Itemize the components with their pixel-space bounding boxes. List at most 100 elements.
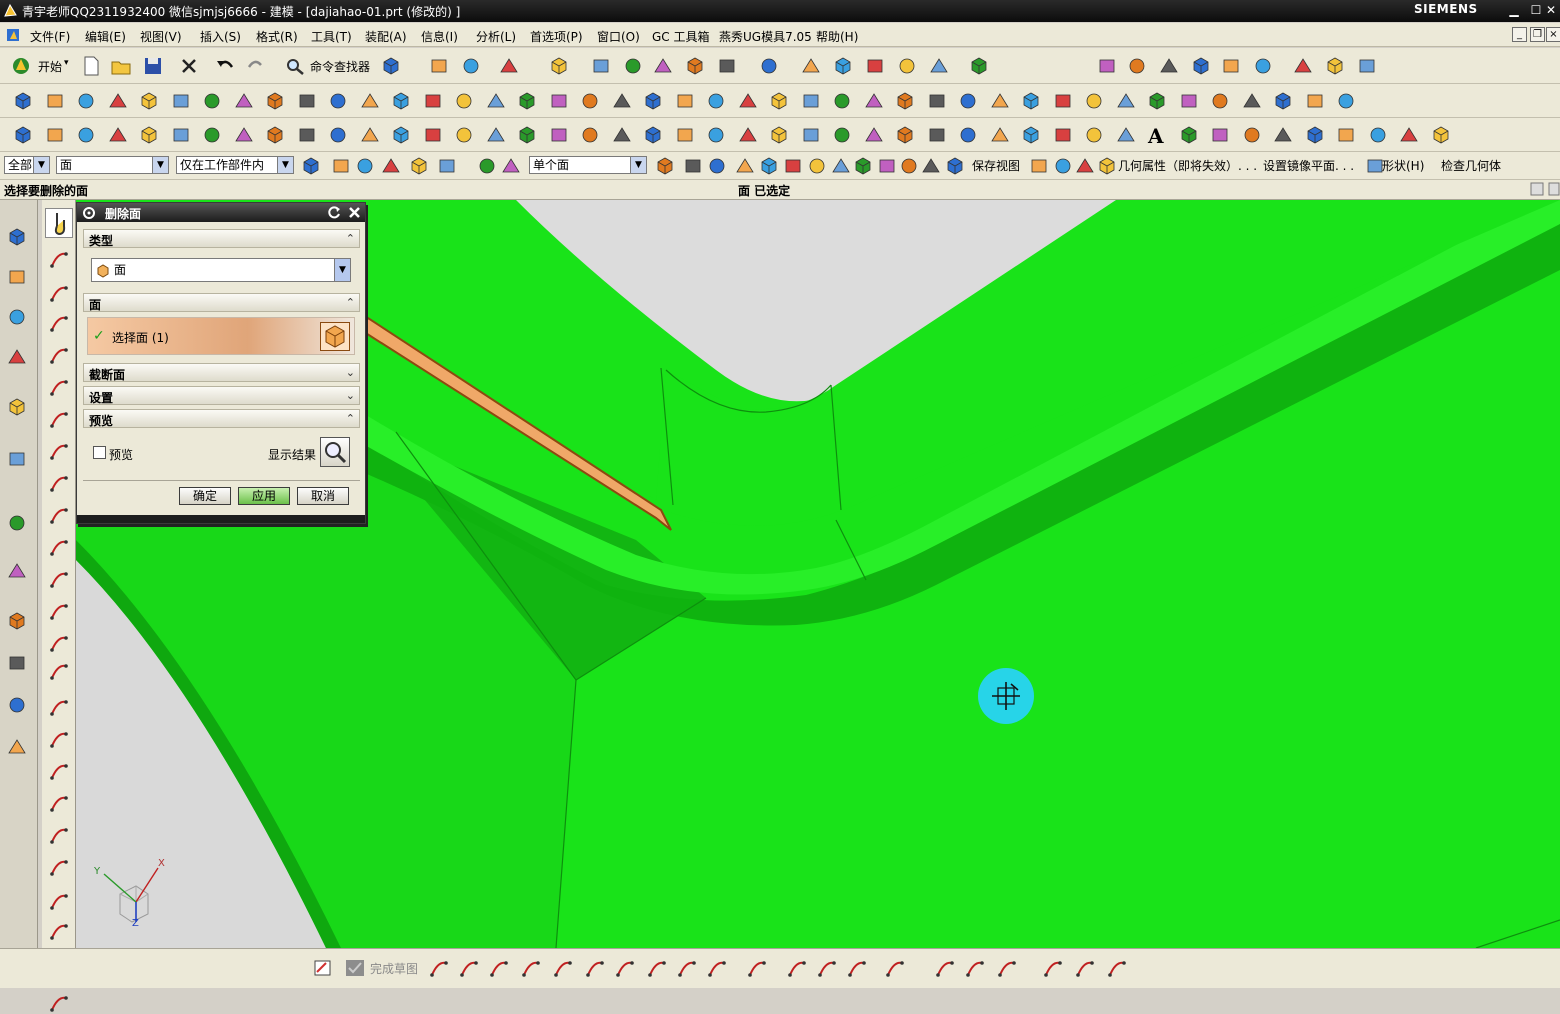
tb3-tool-2-icon[interactable] xyxy=(44,124,66,146)
cancel-button[interactable]: 取消 xyxy=(297,487,349,505)
tb2-tool-31-icon[interactable] xyxy=(957,90,979,112)
undo-icon[interactable] xyxy=(214,55,236,77)
menu-assembly[interactable]: 装配(A) xyxy=(365,28,407,45)
close-icon[interactable] xyxy=(347,205,362,220)
finish-sketch-icon[interactable] xyxy=(344,957,366,979)
sketch-tool-6-icon[interactable] xyxy=(584,957,606,979)
tb3-tool-14-icon[interactable] xyxy=(422,124,444,146)
sketch-tool-16-icon[interactable] xyxy=(934,957,956,979)
tb3-tool-8-icon[interactable] xyxy=(233,124,255,146)
selbar-tool-3-icon[interactable] xyxy=(354,155,376,177)
tb3-tool-6-icon[interactable] xyxy=(170,124,192,146)
status-toggle-icon[interactable] xyxy=(1530,182,1544,196)
tb2-tool-19-icon[interactable] xyxy=(579,90,601,112)
menu-file[interactable]: 文件(F) xyxy=(30,28,70,45)
new-file-icon[interactable] xyxy=(80,55,102,77)
curve-tool-24-icon[interactable] xyxy=(48,992,70,1014)
curve-tool-17-icon[interactable] xyxy=(48,760,70,782)
curve-tool-8-icon[interactable] xyxy=(48,472,70,494)
tb3-tool-27-icon[interactable] xyxy=(831,124,853,146)
curve-tool-20-icon[interactable] xyxy=(48,856,70,878)
face-rule-select[interactable]: 单个面 ▼ xyxy=(529,156,647,174)
tb2-tool-16-icon[interactable] xyxy=(485,90,507,112)
save-view-button[interactable]: 保存视图 xyxy=(972,157,1020,174)
start-icon[interactable] xyxy=(10,55,32,77)
menu-window[interactable]: 窗口(O) xyxy=(597,28,640,45)
tb3-tool-35-icon[interactable] xyxy=(1083,124,1105,146)
sketch-tool-9-icon[interactable] xyxy=(676,957,698,979)
tb3-tool-32-icon[interactable] xyxy=(989,124,1011,146)
curve-tool-5-icon[interactable] xyxy=(48,376,70,398)
tb2-tool-6-icon[interactable] xyxy=(170,90,192,112)
tb3-tool-45-icon[interactable] xyxy=(1430,124,1452,146)
tb2-tool-17-icon[interactable] xyxy=(516,90,538,112)
tb3-tool-38-icon[interactable] xyxy=(1209,124,1231,146)
curve-tool-21-icon[interactable] xyxy=(48,890,70,912)
text-tool-icon[interactable]: A xyxy=(1148,124,1164,148)
tb2-tool-1-icon[interactable] xyxy=(12,90,34,112)
type-select[interactable]: 面 ▼ xyxy=(91,258,351,282)
tb2-tool-28-icon[interactable] xyxy=(863,90,885,112)
tb2-tool-27-icon[interactable] xyxy=(831,90,853,112)
selbar-tool-1-icon[interactable] xyxy=(300,155,322,177)
tb1-tool-11-icon[interactable] xyxy=(758,55,780,77)
resource-tab-10-icon[interactable] xyxy=(6,652,28,674)
selbar-tool-22-icon[interactable] xyxy=(1028,155,1050,177)
tb2-tool-11-icon[interactable] xyxy=(327,90,349,112)
tb3-tool-1-icon[interactable] xyxy=(12,124,34,146)
doc-close-icon[interactable]: × xyxy=(1546,27,1560,42)
resource-tab-5-icon[interactable] xyxy=(6,396,28,418)
tb1-tool-22-icon[interactable] xyxy=(1220,55,1242,77)
menu-view[interactable]: 视图(V) xyxy=(140,28,182,45)
tb1-tool-23-icon[interactable] xyxy=(1252,55,1274,77)
tb3-tool-29-icon[interactable] xyxy=(894,124,916,146)
tb2-tool-22-icon[interactable] xyxy=(674,90,696,112)
tb3-tool-15-icon[interactable] xyxy=(453,124,475,146)
tb3-tool-22-icon[interactable] xyxy=(674,124,696,146)
tb2-tool-42-icon[interactable] xyxy=(1304,90,1326,112)
tb3-tool-36-icon[interactable] xyxy=(1115,124,1137,146)
tb2-tool-35-icon[interactable] xyxy=(1083,90,1105,112)
tb3-tool-17-icon[interactable] xyxy=(516,124,538,146)
selbar-tool-20-icon[interactable] xyxy=(920,155,942,177)
sketch-tool-13-icon[interactable] xyxy=(816,957,838,979)
tb3-tool-23-icon[interactable] xyxy=(705,124,727,146)
tb1-tool-15-icon[interactable] xyxy=(896,55,918,77)
tb3-tool-9-icon[interactable] xyxy=(264,124,286,146)
selbar-tool-19-icon[interactable] xyxy=(898,155,920,177)
sketch-tool-3-icon[interactable] xyxy=(488,957,510,979)
command-finder-icon[interactable] xyxy=(284,55,306,77)
preview-checkbox[interactable] xyxy=(93,446,106,459)
menu-insert[interactable]: 插入(S) xyxy=(200,28,241,45)
tb3-tool-44-icon[interactable] xyxy=(1398,124,1420,146)
open-folder-icon[interactable] xyxy=(110,55,132,77)
tb1-tool-20-icon[interactable] xyxy=(1158,55,1180,77)
tb1-tool-2-icon[interactable] xyxy=(428,55,450,77)
selbar-tool-9-icon[interactable] xyxy=(654,155,676,177)
select-face-row[interactable]: ✓ 选择面 (1) xyxy=(87,317,355,355)
curve-tool-4-icon[interactable] xyxy=(48,344,70,366)
tb3-tool-33-icon[interactable] xyxy=(1020,124,1042,146)
selbar-tool-23-icon[interactable] xyxy=(1052,155,1074,177)
menu-gc-toolbox[interactable]: GC 工具箱 xyxy=(652,28,710,45)
tb1-tool-7-icon[interactable] xyxy=(622,55,644,77)
resource-tab-4-icon[interactable] xyxy=(6,346,28,368)
select-face-button[interactable] xyxy=(320,322,350,351)
tb3-tool-20-icon[interactable] xyxy=(611,124,633,146)
tb2-tool-14-icon[interactable] xyxy=(422,90,444,112)
resource-tab-8-icon[interactable] xyxy=(6,560,28,582)
section-face-header[interactable]: 面 ⌃ xyxy=(83,293,360,312)
curve-tool-22-icon[interactable] xyxy=(48,920,70,942)
tb2-tool-32-icon[interactable] xyxy=(989,90,1011,112)
tb2-tool-20-icon[interactable] xyxy=(611,90,633,112)
status-expand-icon[interactable] xyxy=(1548,182,1560,196)
tb3-tool-13-icon[interactable] xyxy=(390,124,412,146)
selbar-tool-4-icon[interactable] xyxy=(380,155,402,177)
sketch-tool-19-icon[interactable] xyxy=(1042,957,1064,979)
gear-icon[interactable] xyxy=(82,206,96,220)
selbar-tool-10-icon[interactable] xyxy=(682,155,704,177)
show-result-button[interactable] xyxy=(320,437,350,467)
curve-tool-11-icon[interactable] xyxy=(48,568,70,590)
tb2-tool-13-icon[interactable] xyxy=(390,90,412,112)
selbar-tool-13-icon[interactable] xyxy=(758,155,780,177)
